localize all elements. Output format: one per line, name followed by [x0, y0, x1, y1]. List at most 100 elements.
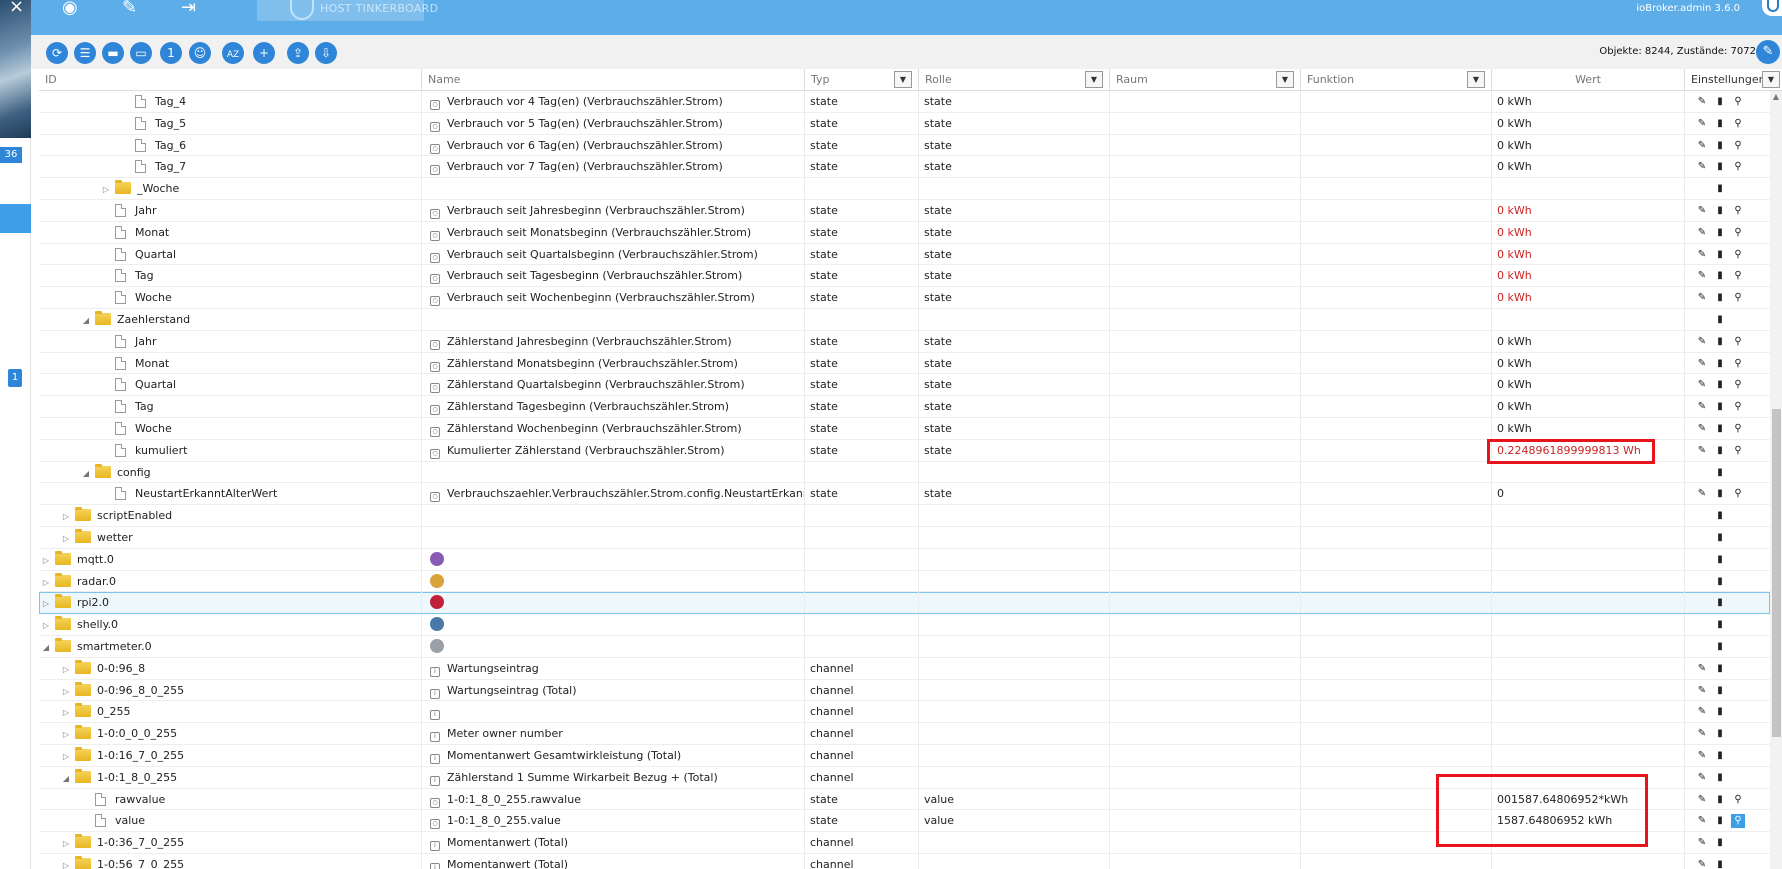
table-row[interactable]: Tag_7 ○ Verbrauch vor 7 Tag(en) (Verbrauch… [39, 156, 1770, 179]
sidebar-badge-small[interactable]: 1 [8, 369, 22, 387]
wrench-icon[interactable]: ✎ [122, 0, 137, 17]
table-row[interactable]: ▷ 1-0:16_7_0_255 i Momentanwert Gesamtwirkl… [39, 744, 1770, 767]
table-row[interactable]: Tag_6 ○ Verbrauch vor 6 Tag(en) (Verbrauch… [39, 134, 1770, 157]
table-row[interactable]: Jahr ○ Zählerstand Jahresbeginn (Verbrauch… [39, 330, 1770, 353]
table-row[interactable]: ◢ smartmeter.0 ▮ [39, 635, 1770, 658]
expand-icon[interactable]: ▷ [61, 833, 71, 853]
table-row[interactable]: Woche ○ Verbrauch seit Wochenbeginn (Verbr… [39, 287, 1770, 309]
table-row[interactable]: ▷ scriptEnabled ▮ [39, 505, 1770, 527]
edit-icon[interactable]: ✎ [1695, 160, 1709, 174]
edit-icon[interactable]: ✎ [1695, 771, 1709, 785]
wrench-icon[interactable]: ⚲ [1731, 335, 1745, 349]
table-row[interactable]: ▷ radar.0 ▮ [39, 570, 1770, 593]
delete-icon[interactable]: ▮ [1713, 705, 1727, 719]
delete-icon[interactable]: ▮ [1713, 684, 1727, 698]
row-value-cell[interactable]: 0 kWh [1492, 221, 1685, 243]
edit-icon[interactable]: ✎ [1695, 444, 1709, 458]
expand-icon[interactable]: ▷ [61, 724, 71, 744]
edit-icon[interactable]: ✎ [1695, 858, 1709, 869]
collapse-icon[interactable]: ◢ [41, 637, 51, 657]
table-row[interactable]: ▷ mqtt.0 ▮ [39, 548, 1770, 571]
row-value-cell[interactable]: 0 kWh [1492, 352, 1685, 374]
row-value-cell[interactable]: 0 kWh [1492, 156, 1685, 178]
expand-icon[interactable]: ▷ [41, 550, 51, 570]
edit-icon[interactable]: ✎ [1695, 814, 1709, 828]
column-function[interactable]: Funktion [1301, 69, 1492, 91]
row-value-cell[interactable]: 0 kWh [1492, 417, 1685, 439]
expand-icon[interactable]: ▷ [61, 702, 71, 722]
table-row[interactable]: Tag ○ Verbrauch seit Tagesbeginn (Verbrauc… [39, 265, 1770, 288]
delete-icon[interactable]: ▮ [1713, 422, 1727, 436]
edit-icon[interactable]: ✎ [1695, 422, 1709, 436]
sidebar-item-active[interactable] [0, 204, 31, 233]
table-row[interactable]: ▷ _Woche ▮ [39, 178, 1770, 200]
delete-icon[interactable]: ▮ [1713, 596, 1727, 610]
delete-icon[interactable]: ▮ [1713, 335, 1727, 349]
row-value-cell[interactable]: 0 kWh [1492, 134, 1685, 156]
column-value[interactable]: Wert [1492, 69, 1685, 91]
expand-icon[interactable]: ▷ [41, 593, 51, 613]
delete-icon[interactable]: ▮ [1713, 771, 1727, 785]
table-row[interactable]: ▷ 0-0:96_8_0_255 i Wartungseintrag (Total) c… [39, 679, 1770, 702]
edit-icon[interactable]: ✎ [1695, 749, 1709, 763]
column-role[interactable]: Rolle [919, 69, 1110, 91]
table-row[interactable]: Jahr ○ Verbrauch seit Jahresbeginn (Verbra… [39, 199, 1770, 222]
delete-icon[interactable]: ▮ [1713, 226, 1727, 240]
delete-icon[interactable]: ▮ [1713, 313, 1727, 327]
expand-icon[interactable]: ▷ [61, 659, 71, 679]
delete-icon[interactable]: ▮ [1713, 618, 1727, 632]
delete-icon[interactable]: ▮ [1713, 139, 1727, 153]
row-value-cell[interactable]: 0 kWh [1492, 199, 1685, 221]
expand-icon[interactable]: ▷ [61, 746, 71, 766]
delete-icon[interactable]: ▮ [1713, 509, 1727, 523]
row-value-cell[interactable]: 0 [1492, 483, 1685, 505]
table-row[interactable]: ▷ 0-0:96_8 i Wartungseintrag channel ✎ ▮ [39, 657, 1770, 680]
table-row[interactable]: Tag_4 ○ Verbrauch vor 4 Tag(en) (Verbrauch… [39, 91, 1770, 113]
edit-icon[interactable]: ✎ [1695, 204, 1709, 218]
delete-icon[interactable]: ▮ [1713, 858, 1727, 869]
delete-icon[interactable]: ▮ [1713, 400, 1727, 414]
wrench-icon[interactable]: ⚲ [1731, 95, 1745, 109]
delete-icon[interactable]: ▮ [1713, 814, 1727, 828]
edit-icon[interactable]: ✎ [1695, 248, 1709, 262]
collapse-icon[interactable]: ◢ [81, 463, 91, 483]
delete-icon[interactable]: ▮ [1713, 466, 1727, 480]
expand-icon[interactable]: ▷ [61, 506, 71, 526]
table-row[interactable]: ▷ 1-0:0_0_0_255 i Meter owner number channel… [39, 723, 1770, 745]
delete-icon[interactable]: ▮ [1713, 575, 1727, 589]
expand-icon[interactable]: ▷ [61, 855, 71, 869]
column-name[interactable]: Name [422, 69, 805, 91]
delete-icon[interactable]: ▮ [1713, 160, 1727, 174]
wrench-icon[interactable]: ⚲ [1731, 378, 1745, 392]
delete-icon[interactable]: ▮ [1713, 553, 1727, 567]
delete-icon[interactable]: ▮ [1713, 749, 1727, 763]
wrench-icon[interactable]: ⚲ [1731, 793, 1745, 807]
contact-button[interactable]: ☺ [189, 42, 211, 64]
expand-icon[interactable]: ▷ [41, 572, 51, 592]
row-value-cell[interactable]: 0 kWh [1492, 287, 1685, 309]
row-value-cell[interactable]: 0 kWh [1492, 396, 1685, 418]
wrench-icon[interactable]: ⚲ [1731, 160, 1745, 174]
type-filter-dropdown[interactable]: ▼ [894, 71, 912, 88]
scroll-up-icon[interactable]: ▲ [1770, 91, 1782, 103]
close-icon[interactable]: × [9, 0, 24, 16]
table-row[interactable]: ▷ rpi2.0 ▮ [39, 592, 1770, 615]
edit-icon[interactable]: ✎ [1695, 487, 1709, 501]
collapse-icon[interactable]: ◢ [61, 768, 71, 788]
delete-icon[interactable]: ▮ [1713, 793, 1727, 807]
role-filter-dropdown[interactable]: ▼ [1085, 71, 1103, 88]
table-row[interactable]: ▷ 1-0:56_7_0_255 i Momentanwert (Total) chan… [39, 853, 1770, 869]
sort-az-button[interactable]: AZ [222, 42, 244, 64]
wrench-icon[interactable]: ⚲ [1731, 400, 1745, 414]
edit-icon[interactable]: ✎ [1695, 117, 1709, 131]
sidebar-badge-count[interactable]: 36 [0, 147, 22, 163]
edit-icon[interactable]: ✎ [1695, 400, 1709, 414]
list-button[interactable]: ☰ [74, 42, 96, 64]
wrench-icon[interactable]: ⚲ [1731, 487, 1745, 501]
expand-icon[interactable]: ▷ [101, 179, 111, 199]
room-filter-dropdown[interactable]: ▼ [1276, 71, 1294, 88]
delete-icon[interactable]: ▮ [1713, 269, 1727, 283]
row-value-cell[interactable]: 0 kWh [1492, 112, 1685, 134]
iobroker-logo-icon[interactable] [1762, 0, 1782, 16]
table-row[interactable]: Woche ○ Zählerstand Wochenbeginn (Verbrauc… [39, 417, 1770, 440]
